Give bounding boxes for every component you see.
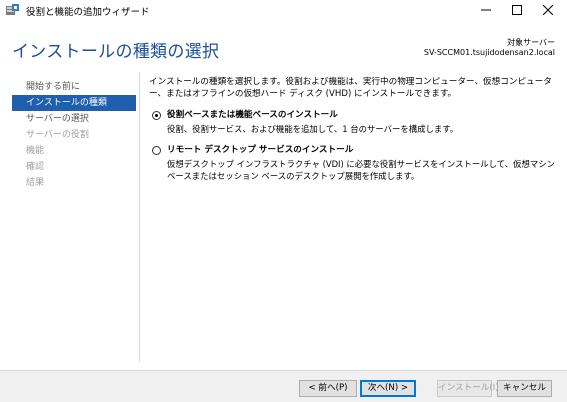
next-button[interactable]: 次へ(N) > xyxy=(360,380,416,397)
radio-role-based[interactable] xyxy=(152,111,161,120)
title-bar: 役割と機能の追加ウィザード xyxy=(0,0,567,20)
sidebar-item-server-roles: サーバーの役割 xyxy=(26,130,89,140)
option-remote-desktop[interactable]: リモート デスクトップ サービスのインストール 仮想デスクトップ インフラストラ… xyxy=(149,144,559,182)
server-manager-icon xyxy=(6,4,19,15)
sidebar-item-installation-type[interactable]: インストールの種類 xyxy=(12,95,136,111)
sidebar-item-server-selection[interactable]: サーバーの選択 xyxy=(12,111,136,127)
main-content: インストールの種類を選択します。役割および機能は、実行中の物理コンピューター、仮… xyxy=(149,76,559,182)
sidebar-item-before-you-begin[interactable]: 開始する前に xyxy=(12,79,136,95)
option-remote-desktop-title[interactable]: リモート デスクトップ サービスのインストール xyxy=(167,144,559,156)
previous-button[interactable]: < 前へ(P) xyxy=(299,380,357,397)
option-role-based-title[interactable]: 役割ベースまたは機能ベースのインストール xyxy=(167,109,559,121)
wizard-steps-sidebar: 開始する前に インストールの種類 サーバーの選択 サーバーの役割 機能 確認 結… xyxy=(12,79,136,191)
wizard-footer: < 前へ(P) 次へ(N) > インストール(I) キャンセル xyxy=(0,370,567,402)
option-role-based[interactable]: 役割ベースまたは機能ベースのインストール 役割、役割サービス、および機能を追加し… xyxy=(149,109,559,135)
option-role-based-description: 役割、役割サービス、および機能を追加して、1 台のサーバーを構成します。 xyxy=(167,124,459,134)
maximize-button[interactable] xyxy=(502,0,532,20)
sidebar-item-confirmation: 確認 xyxy=(26,162,45,172)
target-server-name: SV-SCCM01.tsujidodensan2.local xyxy=(423,48,555,57)
target-server-label: 対象サーバー xyxy=(507,38,555,47)
option-remote-desktop-description: 仮想デスクトップ インフラストラクチャ (VDI) に必要な役割サービスをインス… xyxy=(167,159,555,181)
sidebar-divider xyxy=(139,72,140,362)
minimize-icon xyxy=(481,9,491,11)
sidebar-item-results: 結果 xyxy=(26,178,45,188)
intro-text: インストールの種類を選択します。役割および機能は、実行中の物理コンピューター、仮… xyxy=(149,77,552,99)
sidebar-item-features: 機能 xyxy=(26,146,45,156)
radio-remote-desktop[interactable] xyxy=(152,146,161,155)
page-title: インストールの種類の選択 xyxy=(12,42,220,62)
maximize-icon xyxy=(512,5,522,15)
close-button[interactable] xyxy=(533,0,563,20)
minimize-button[interactable] xyxy=(471,0,501,20)
window-title: 役割と機能の追加ウィザード xyxy=(26,7,150,18)
install-button: インストール(I) xyxy=(437,380,499,397)
close-icon xyxy=(543,5,553,15)
cancel-button[interactable]: キャンセル xyxy=(497,380,552,397)
